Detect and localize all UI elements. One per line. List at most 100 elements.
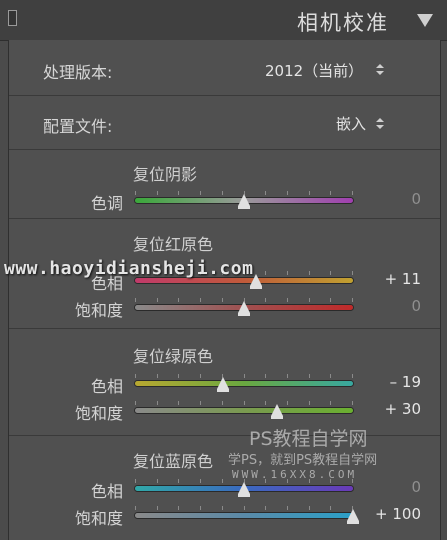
slider-tick (287, 374, 288, 378)
reset-blue-primary-link[interactable]: 复位蓝原色 (133, 448, 213, 472)
profile-updown-icon[interactable] (376, 118, 384, 130)
slider-ticks (135, 401, 353, 406)
slider-tick (265, 506, 266, 510)
slider-tick (330, 271, 331, 275)
slider-tick (265, 401, 266, 405)
reset-shadows-link[interactable]: 复位阴影 (133, 161, 197, 185)
red-saturation-value[interactable]: 0 (411, 297, 421, 315)
slider-tick (309, 506, 310, 510)
green-saturation-value[interactable]: + 30 (385, 400, 421, 418)
slider-tick (287, 401, 288, 405)
slider-tick (178, 191, 179, 195)
slider-tick (157, 401, 158, 405)
profile-select[interactable]: 嵌入 (336, 113, 366, 134)
slider-tick (265, 298, 266, 302)
collapse-triangle-icon[interactable] (417, 14, 433, 27)
slider-label: 色相 (90, 482, 123, 501)
slider-tick (287, 191, 288, 195)
slider-tick (178, 374, 179, 378)
slider-tick (200, 374, 201, 378)
slider-tick (265, 374, 266, 378)
red-hue-value[interactable]: + 11 (385, 270, 421, 288)
site-watermark: WWW.16XX8.COM (232, 468, 358, 481)
slider-tick (265, 271, 266, 275)
slider-tick (178, 298, 179, 302)
panel-grip-icon[interactable] (8, 10, 17, 26)
shadows-tint-value[interactable]: 0 (411, 190, 421, 208)
url-watermark: www.haoyidiansheji.com (4, 258, 254, 279)
slider-tick (222, 506, 223, 510)
slider-tick (135, 374, 136, 378)
slider-tick (222, 191, 223, 195)
slider-tick (352, 271, 353, 275)
slider-tick (244, 374, 245, 378)
slider-tick (135, 298, 136, 302)
blue-saturation-track[interactable] (135, 513, 353, 518)
slider-label: 色相 (90, 377, 123, 396)
process-version-updown-icon[interactable] (376, 64, 384, 76)
green-primary-group: 复位绿原色 色相 – 19 饱和度 + 30 (9, 329, 440, 436)
slider-label: 饱和度 (74, 404, 123, 423)
shadows-tint-thumb[interactable] (238, 194, 250, 209)
shadows-tint-slider-row: 色调 0 (9, 189, 440, 213)
slider-tick (135, 191, 136, 195)
panel-title: 相机校准 (297, 11, 389, 35)
slider-label: 饱和度 (74, 301, 123, 320)
slider-tick (244, 506, 245, 510)
slider-tick (222, 298, 223, 302)
green-hue-thumb[interactable] (217, 377, 230, 392)
slider-tick (157, 479, 158, 483)
process-version-row: 处理版本: 2012（当前） (9, 40, 440, 96)
slider-tick (200, 506, 201, 510)
panel-header[interactable]: 相机校准 (0, 0, 447, 41)
slider-tick (352, 191, 353, 195)
blue-hue-thumb[interactable] (238, 482, 250, 497)
blue-saturation-thumb[interactable] (347, 509, 359, 524)
slider-label: 饱和度 (74, 509, 123, 528)
slider-tick (157, 298, 158, 302)
slider-tick (200, 479, 201, 483)
slider-tick (287, 271, 288, 275)
slider-label: 色调 (90, 194, 123, 213)
slider-tick (330, 298, 331, 302)
slider-tick (178, 506, 179, 510)
blue-saturation-value[interactable]: + 100 (375, 505, 421, 523)
red-saturation-thumb[interactable] (238, 301, 250, 316)
slider-tick (222, 401, 223, 405)
slider-tick (244, 401, 245, 405)
tagline-watermark: 学PS，就到PS教程自学网 (228, 453, 378, 468)
slider-tick (200, 401, 201, 405)
shadows-group: 复位阴影 色调 0 (9, 150, 440, 219)
slider-tick (222, 479, 223, 483)
green-hue-slider-row: 色相 – 19 (9, 372, 440, 396)
slider-tick (178, 401, 179, 405)
green-saturation-track[interactable] (135, 408, 353, 413)
slider-tick (352, 374, 353, 378)
reset-green-primary-link[interactable]: 复位绿原色 (133, 343, 213, 367)
profile-label: 配置文件: (43, 117, 113, 136)
reset-red-primary-link[interactable]: 复位红原色 (133, 231, 213, 255)
blue-hue-value[interactable]: 0 (411, 478, 421, 496)
slider-tick (157, 191, 158, 195)
slider-tick (200, 191, 201, 195)
green-hue-value[interactable]: – 19 (390, 373, 421, 391)
slider-tick (309, 401, 310, 405)
green-saturation-thumb[interactable] (270, 404, 283, 419)
brand-watermark: PS教程自学网 (249, 428, 368, 450)
blue-saturation-slider-row: 饱和度 + 100 (9, 504, 440, 528)
process-version-select[interactable]: 2012（当前） (265, 60, 363, 81)
slider-tick (157, 506, 158, 510)
slider-tick (287, 298, 288, 302)
slider-tick (352, 401, 353, 405)
process-version-label: 处理版本: (43, 63, 113, 82)
slider-tick (309, 374, 310, 378)
green-hue-track[interactable] (135, 381, 353, 386)
slider-tick (309, 298, 310, 302)
green-saturation-slider-row: 饱和度 + 30 (9, 399, 440, 423)
slider-tick (157, 374, 158, 378)
slider-tick (200, 298, 201, 302)
blue-hue-slider-row: 色相 0 (9, 477, 440, 501)
slider-tick (330, 191, 331, 195)
red-saturation-slider-row: 饱和度 0 (9, 296, 440, 320)
slider-ticks (135, 374, 353, 379)
